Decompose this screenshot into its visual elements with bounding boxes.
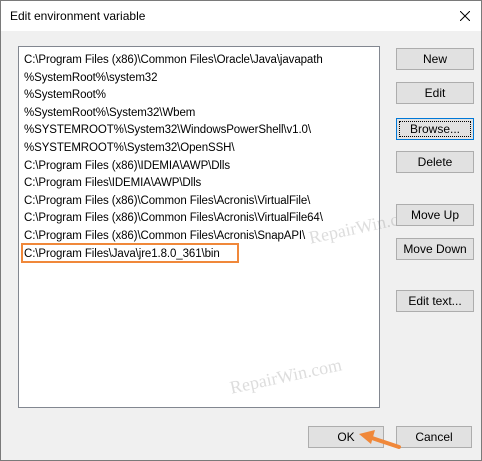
list-item[interactable]: C:\Program Files\IDEMIA\AWP\Dlls	[24, 174, 201, 192]
list-item[interactable]: %SystemRoot%\system32	[24, 69, 157, 87]
move-up-button[interactable]: Move Up	[396, 204, 474, 226]
browse-button[interactable]: Browse...	[396, 118, 474, 140]
list-item[interactable]: C:\Program Files (x86)\Common Files\Acro…	[24, 227, 305, 245]
list-item[interactable]: %SystemRoot%	[24, 86, 106, 104]
list-item[interactable]: C:\Program Files\Java\jre1.8.0_361\bin	[24, 245, 220, 263]
cancel-button[interactable]: Cancel	[396, 426, 472, 448]
arrow-annotation-icon	[359, 430, 401, 449]
list-item[interactable]: C:\Program Files (x86)\Common Files\Acro…	[24, 192, 310, 210]
close-button[interactable]	[449, 1, 481, 31]
edit-button[interactable]: Edit	[396, 82, 474, 104]
list-item[interactable]: %SYSTEMROOT%\System32\WindowsPowerShell\…	[24, 121, 311, 139]
delete-button[interactable]: Delete	[396, 151, 474, 173]
edit-text-button[interactable]: Edit text...	[396, 290, 474, 312]
list-item[interactable]: C:\Program Files (x86)\IDEMIA\AWP\Dlls	[24, 157, 230, 175]
title-bar: Edit environment variable	[1, 1, 481, 31]
path-list[interactable]: C:\Program Files (x86)\Common Files\Orac…	[18, 46, 380, 408]
list-item[interactable]: %SystemRoot%\System32\Wbem	[24, 104, 195, 122]
close-icon	[460, 11, 470, 21]
list-item[interactable]: %SYSTEMROOT%\System32\OpenSSH\	[24, 139, 235, 157]
new-button[interactable]: New	[396, 48, 474, 70]
window-title: Edit environment variable	[10, 9, 146, 23]
list-item[interactable]: C:\Program Files (x86)\Common Files\Acro…	[24, 209, 323, 227]
edit-environment-variable-dialog: Edit environment variable C:\Program Fil…	[0, 0, 482, 461]
list-item[interactable]: C:\Program Files (x86)\Common Files\Orac…	[24, 51, 323, 69]
move-down-button[interactable]: Move Down	[396, 238, 474, 260]
